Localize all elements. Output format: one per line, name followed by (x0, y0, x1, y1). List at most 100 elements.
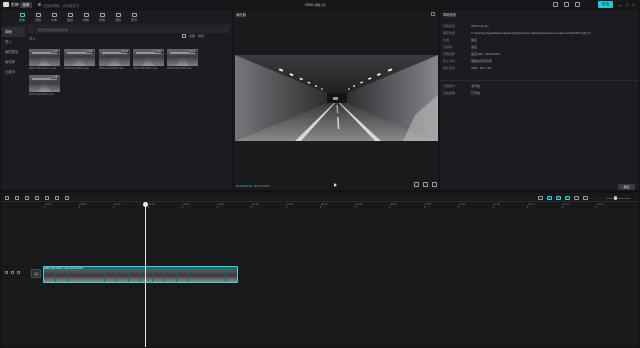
ruler-tick-label: 00:05 (79, 203, 87, 206)
tab-media[interactable]: 媒体 (14, 12, 30, 25)
media-thumbnail[interactable]: 00:09 (29, 75, 60, 92)
detail-label: 保存位置 (443, 31, 456, 35)
ratio-icon[interactable] (423, 182, 428, 187)
clip-frame-thumbnail (177, 270, 189, 282)
autosave-status-text: 已保存草稿，自动保存中 (43, 3, 80, 8)
free-layer-select[interactable]: 自由层级 已开启 › (443, 91, 635, 95)
player-menu-icon[interactable] (431, 12, 435, 16)
zoom-slider[interactable] (606, 197, 630, 199)
lock-icon[interactable] (5, 271, 8, 274)
side-item-cloud[interactable]: 云素材 (2, 67, 25, 77)
ruler-tick-label: 00:35 (286, 203, 294, 206)
select-tool-icon[interactable] (5, 196, 9, 200)
auto-snap-icon[interactable] (556, 196, 561, 200)
delete-icon[interactable] (65, 196, 69, 200)
eye-icon[interactable] (11, 271, 14, 274)
detail-label: 导入方式 (443, 59, 456, 63)
clip-frame-thumbnail (68, 270, 80, 282)
playhead-handle[interactable] (143, 202, 148, 207)
playhead[interactable] (145, 204, 146, 347)
grid-view-icon[interactable] (182, 34, 186, 38)
tab-filters[interactable]: 滤镜 (110, 12, 126, 25)
main-track-magnet-icon[interactable] (547, 196, 552, 200)
tab-audio[interactable]: 音频 (30, 12, 46, 25)
ruler-tick-label: 00:15 (148, 203, 156, 206)
ruler-tick (389, 206, 390, 208)
redo-icon[interactable] (25, 196, 29, 200)
layout-icon[interactable] (564, 2, 569, 7)
select-value: 未开启 (471, 84, 481, 88)
autosave-status-icon (38, 3, 41, 6)
media-search-input[interactable]: 搜索文件名称或文件夹 (28, 27, 229, 33)
sort-button[interactable]: 排序 (198, 34, 204, 38)
play-button[interactable] (334, 183, 337, 187)
detail-label: 色彩空间 (443, 66, 456, 70)
close-icon[interactable]: × (632, 2, 634, 7)
preview-axis-icon[interactable] (574, 196, 579, 200)
maximize-icon[interactable]: □ (626, 2, 628, 7)
app-name: 剪映 (11, 2, 19, 7)
delete-right-icon[interactable] (55, 196, 59, 200)
cover-button[interactable]: 封面 (31, 269, 41, 278)
ruler-tick-label: 00:50 (390, 203, 397, 206)
clip-frame-thumbnail (92, 270, 104, 282)
tab-text[interactable]: 文本 (46, 12, 62, 25)
detail-value: 0309-1(8) (1) (471, 24, 489, 28)
tab-adjust[interactable]: 调节 (126, 12, 142, 25)
side-item-presets[interactable]: 我的预设 (2, 47, 25, 57)
settings-icon[interactable] (575, 2, 580, 7)
thumbnail-duration: 00:24 (50, 50, 59, 53)
media-filename: 0305-1(8)-0304.mp4 (64, 67, 89, 70)
details-divider (440, 80, 639, 81)
detail-row: 色彩空间 SDR - Rec.709 (443, 66, 491, 70)
zoom-slider-handle[interactable] (614, 196, 617, 200)
split-icon[interactable] (35, 196, 39, 200)
ruler-tick-label: 00:00 (45, 203, 52, 206)
record-icon[interactable] (538, 196, 543, 200)
menu-button[interactable]: 菜单 (20, 1, 32, 8)
time-ruler[interactable] (42, 202, 639, 208)
detail-value: C:/Users/jy/AppData/Local/JianyingPro/Us… (471, 31, 591, 35)
fullscreen-icon[interactable] (432, 182, 437, 187)
detail-row: 分辨率 适应 (443, 45, 477, 49)
proxy-mode-select[interactable]: 代理模式 未开启 › (443, 84, 635, 88)
side-item-library[interactable]: 素材库 (2, 57, 25, 67)
tab-label: 调节 (130, 18, 137, 22)
media-filename: 0305-1(8)-0308.mp4 (167, 67, 192, 70)
shortcut-icon[interactable] (553, 2, 558, 7)
tab-transitions[interactable]: 转场 (94, 12, 110, 25)
modify-button[interactable]: 修改 (618, 184, 635, 190)
clip-frame-thumbnail (80, 270, 92, 282)
ruler-tick-label: 00:40 (321, 203, 328, 206)
delete-left-icon[interactable] (45, 196, 49, 200)
detail-label: 草稿名称 (443, 24, 456, 28)
tab-label: 音频 (34, 18, 41, 22)
side-item-local[interactable]: 本地 (2, 27, 25, 37)
minimize-icon[interactable]: — (618, 2, 622, 7)
media-thumbnail[interactable]: 00:27 (167, 49, 198, 66)
detail-value: 保留在原有位置 (471, 59, 493, 63)
details-title: 草稿参数 (443, 13, 457, 17)
asset-tabs: 媒体 音频 文本 贴纸 特效 转场 滤镜 调节 (14, 12, 142, 25)
ruler-tick (44, 206, 45, 208)
filter-all-button[interactable]: 全部 (189, 34, 195, 38)
tab-effects[interactable]: 特效 (78, 12, 94, 25)
crop-icon[interactable] (414, 182, 419, 187)
video-preview[interactable] (235, 55, 438, 141)
media-thumbnail[interactable]: 00:12 (133, 49, 164, 66)
media-filename: 0305-1(8)-0306.mp4 (99, 67, 124, 70)
media-thumbnail[interactable]: 00:31 (99, 49, 130, 66)
zoom-out-icon[interactable] (583, 196, 588, 200)
media-section-label: 导入 (29, 37, 36, 41)
side-item-import[interactable]: 导入 (2, 37, 25, 47)
tab-stickers[interactable]: 贴纸 (62, 12, 78, 25)
linkage-icon[interactable] (565, 196, 570, 200)
media-thumbnail[interactable]: 00:24 (29, 49, 60, 66)
undo-icon[interactable] (15, 196, 19, 200)
detail-row: 保存位置 C:/Users/jy/AppData/Local/JianyingPr… (443, 31, 591, 35)
speaker-icon[interactable] (17, 271, 20, 274)
export-button[interactable]: 导出 (598, 1, 613, 8)
filter-icon (115, 13, 121, 17)
titlebar-tools (553, 2, 580, 7)
media-thumbnail[interactable]: 00:18 (64, 49, 95, 66)
